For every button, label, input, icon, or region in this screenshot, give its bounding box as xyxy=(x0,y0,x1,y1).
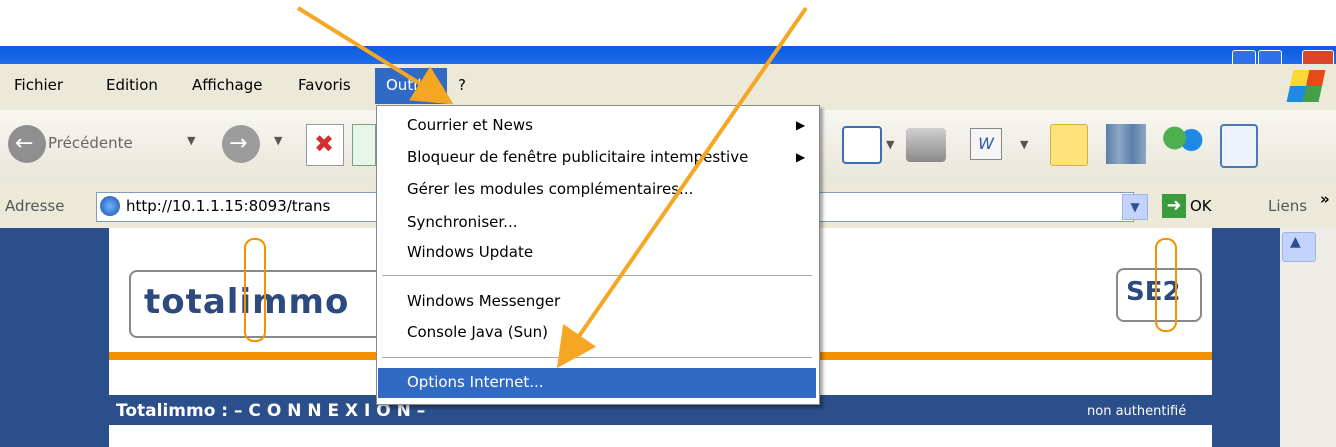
arrow-to-outils-menu xyxy=(296,6,454,105)
annotation-arrows xyxy=(296,6,808,369)
arrow-to-options-internet xyxy=(556,6,808,369)
